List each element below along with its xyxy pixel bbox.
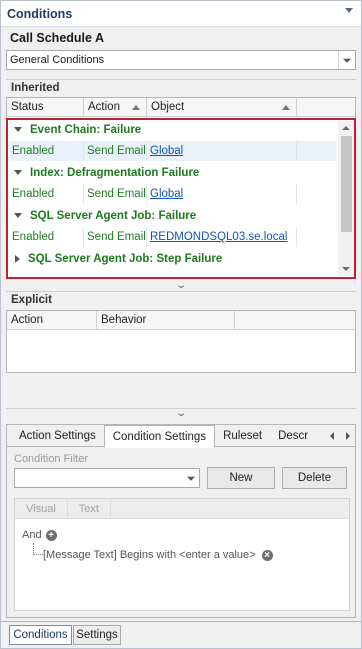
bottom-tabstrip: Conditions Settings: [1, 621, 361, 648]
explicit-grid: Action Behavior: [6, 310, 356, 373]
category-select[interactable]: General Conditions: [6, 50, 356, 70]
tab-action-settings[interactable]: Action Settings: [11, 425, 104, 447]
inherited-grid-header: Status Action Object: [7, 98, 355, 117]
tab-visual[interactable]: Visual: [15, 499, 68, 519]
explicit-section-title: Explicit: [11, 294, 52, 306]
group-row[interactable]: SQL Server Agent Job: Step Failure: [9, 248, 222, 269]
tab-ruleset[interactable]: Ruleset: [215, 425, 270, 447]
condition-filter-label: Condition Filter: [14, 453, 88, 465]
expanded-triangle-icon[interactable]: [14, 213, 22, 218]
chevron-down-icon: [343, 58, 351, 63]
inherited-section-title: Inherited: [11, 82, 60, 94]
condition-filter-dropdown-button[interactable]: [183, 469, 199, 487]
column-header-behavior[interactable]: Behavior: [97, 311, 235, 329]
new-filter-button[interactable]: New: [207, 467, 275, 489]
column-header-action[interactable]: Action: [84, 98, 147, 116]
scroll-up-icon[interactable]: [342, 126, 350, 130]
explicit-splitter[interactable]: ⌄: [1, 409, 361, 419]
explicit-divider: [6, 291, 356, 292]
settings-tabstrip: Action Settings Condition Settings Rules…: [7, 425, 355, 448]
chevron-down-icon[interactable]: ⌄: [175, 409, 187, 419]
condition-text[interactable]: [Message Text] Begins with <enter a valu…: [43, 549, 256, 561]
tab-conditions[interactable]: Conditions: [9, 625, 72, 645]
expanded-triangle-icon[interactable]: [14, 127, 22, 132]
remove-condition-icon[interactable]: ×: [261, 549, 273, 561]
panel-title: Conditions: [7, 6, 73, 21]
add-condition-icon[interactable]: +: [45, 529, 57, 541]
inherited-splitter[interactable]: ⌄: [1, 281, 361, 291]
editor-tabstrip: Visual Text: [15, 499, 349, 519]
tab-settings[interactable]: Settings: [73, 625, 121, 645]
condition-editor: Visual Text And + [Message Text] Begins …: [14, 498, 350, 611]
panel-menu-icon[interactable]: [345, 8, 353, 13]
group-row[interactable]: Event Chain: Failure: [9, 119, 141, 140]
condition-node: [Message Text] Begins with <enter a valu…: [43, 549, 273, 561]
inherited-scrollbar[interactable]: [338, 121, 354, 276]
tab-scroll-right-button[interactable]: [341, 425, 355, 447]
tab-scroll-left-button[interactable]: [325, 425, 339, 447]
and-group-node: And +: [22, 529, 57, 541]
panel-title-bar: Conditions: [1, 1, 361, 27]
chevron-down-icon: [187, 476, 195, 481]
category-select-dropdown-button[interactable]: [338, 51, 355, 69]
category-select-value: General Conditions: [10, 54, 105, 66]
expanded-triangle-icon[interactable]: [14, 170, 22, 175]
object-link[interactable]: REDMONDSQL03.se.local: [147, 227, 297, 247]
tab-description[interactable]: Descripti: [270, 425, 308, 447]
group-row[interactable]: SQL Server Agent Job: Failure: [9, 205, 196, 226]
and-operator-label[interactable]: And: [22, 529, 42, 541]
table-row[interactable]: Enabled Send Email Global: [9, 184, 336, 204]
group-row[interactable]: Index: Defragmentation Failure: [9, 162, 199, 183]
scroll-down-icon[interactable]: [342, 267, 350, 271]
column-header-status[interactable]: Status: [7, 98, 84, 116]
column-header-action[interactable]: Action: [7, 311, 97, 329]
sort-ascending-icon: [282, 105, 290, 110]
table-row[interactable]: Enabled Send Email REDMONDSQL03.se.local: [9, 227, 336, 247]
sort-ascending-icon: [132, 105, 140, 110]
schedule-name: Call Schedule A: [10, 31, 105, 45]
object-link[interactable]: Global: [147, 141, 297, 161]
condition-filter-select[interactable]: [14, 468, 200, 488]
inherited-divider: [6, 79, 356, 80]
chevron-down-icon[interactable]: ⌄: [175, 281, 187, 291]
delete-filter-button[interactable]: Delete: [282, 467, 347, 489]
column-header-object[interactable]: Object: [147, 98, 297, 116]
object-link[interactable]: Global: [147, 184, 297, 204]
collapsed-triangle-icon[interactable]: [15, 254, 20, 263]
chevron-right-icon: [346, 432, 350, 440]
explicit-grid-header: Action Behavior: [7, 311, 355, 330]
tab-text[interactable]: Text: [68, 499, 111, 519]
chevron-left-icon: [330, 432, 334, 440]
scrollbar-thumb[interactable]: [341, 136, 352, 232]
conditions-panel: Conditions Call Schedule A General Condi…: [0, 0, 362, 649]
tree-connector: [33, 543, 43, 555]
table-row[interactable]: Enabled Send Email Global: [9, 141, 336, 161]
settings-tab-control: Action Settings Condition Settings Rules…: [6, 424, 356, 618]
tab-condition-settings[interactable]: Condition Settings: [103, 425, 216, 448]
